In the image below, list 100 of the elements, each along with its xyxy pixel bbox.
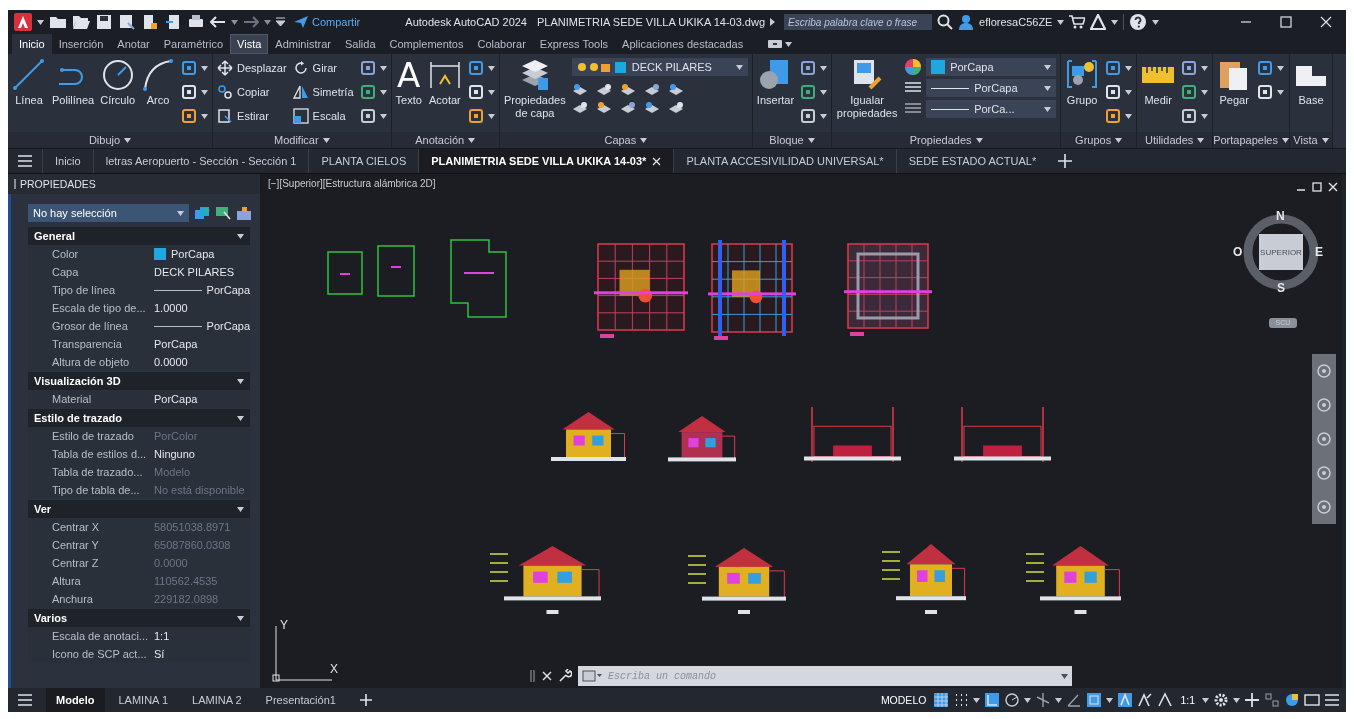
redo-icon[interactable] xyxy=(243,16,259,28)
search-field[interactable]: Escriba palabra clave o frase xyxy=(784,14,933,30)
selection-dropdown[interactable]: No hay selección xyxy=(28,204,189,222)
panel-title[interactable]: Bloque xyxy=(752,132,832,148)
tool-button[interactable]: Estirar xyxy=(217,106,287,126)
property-dropdown[interactable]: PorCa... xyxy=(926,100,1057,118)
snap-icon[interactable] xyxy=(953,692,970,708)
clean-screen-icon[interactable] xyxy=(1304,692,1320,708)
ribbon-tab[interactable]: Administrar xyxy=(268,34,338,54)
cart-icon[interactable] xyxy=(1069,15,1086,29)
ribbon-tab[interactable]: Aplicaciones destacadas xyxy=(615,34,751,54)
ribbon-tab[interactable]: Inicio xyxy=(12,34,52,54)
tool-button[interactable]: Círculo xyxy=(100,58,136,107)
close-icon[interactable] xyxy=(1320,16,1332,28)
document-tab[interactable]: SEDE ESTADO ACTUAL* xyxy=(895,149,1049,173)
tool-button[interactable] xyxy=(181,106,209,126)
osnap-icon[interactable] xyxy=(1086,692,1103,708)
panel-title[interactable]: Utilidades xyxy=(1137,132,1213,148)
layout-tab[interactable]: LAMINA 1 xyxy=(108,688,179,712)
section-header[interactable]: Ver xyxy=(28,500,250,518)
open-folder-icon[interactable] xyxy=(72,13,90,31)
layer-tool-icon[interactable] xyxy=(619,100,636,114)
ribbon-tab[interactable]: Salida xyxy=(337,34,383,54)
layer-tool-icon[interactable] xyxy=(619,82,636,96)
compass-direction[interactable]: E xyxy=(1315,246,1323,258)
section-header[interactable]: General xyxy=(28,227,250,245)
grid-icon[interactable] xyxy=(933,692,950,708)
new-layout-icon[interactable] xyxy=(359,694,372,706)
save-icon[interactable] xyxy=(95,13,113,31)
tool-button[interactable]: Desplazar xyxy=(217,58,287,78)
tool-button[interactable]: Base xyxy=(1293,58,1328,107)
document-tab[interactable]: PLANIMETRIA SEDE VILLA UKIKA 14-03* xyxy=(418,149,674,173)
linetype-icon[interactable] xyxy=(904,102,923,116)
tool-button[interactable] xyxy=(1257,58,1285,78)
user-menu[interactable]: efloresaC56ZE xyxy=(958,14,1065,30)
layer-tool-icon[interactable] xyxy=(667,82,684,96)
tool-button[interactable]: Acotar xyxy=(427,58,462,107)
tool-button[interactable] xyxy=(467,106,495,126)
tool-button[interactable] xyxy=(1181,82,1209,102)
layer-tool-icon[interactable] xyxy=(571,82,588,96)
layout-tab[interactable]: Presentación1 xyxy=(255,688,346,712)
tool-button[interactable] xyxy=(1105,82,1133,102)
layer-dropdown[interactable]: DECK PILARES xyxy=(571,58,748,76)
polar-icon[interactable] xyxy=(1004,692,1021,708)
angle-icon[interactable] xyxy=(1066,692,1083,708)
document-tab[interactable]: letras Aeropuerto - Sección - Sección 1 xyxy=(92,149,309,173)
restore-icon[interactable] xyxy=(1312,182,1322,192)
isolate-objects-icon[interactable] xyxy=(1284,692,1300,708)
layer-tool-icon[interactable] xyxy=(667,100,684,114)
panel-title[interactable]: Modificar xyxy=(213,132,391,148)
tool-button[interactable] xyxy=(467,58,495,78)
tool-button[interactable]: Escala xyxy=(292,106,354,126)
document-tab[interactable]: Inicio xyxy=(42,149,93,173)
autocad-logo-icon[interactable] xyxy=(14,13,32,31)
tool-button[interactable] xyxy=(1105,58,1133,78)
wrench-icon[interactable] xyxy=(558,669,572,683)
layer-tool-icon[interactable] xyxy=(643,82,660,96)
layer-tool-icon[interactable] xyxy=(643,100,660,114)
customize-icon[interactable] xyxy=(276,17,285,27)
view-cube[interactable]: SUPERIOR xyxy=(1259,234,1303,270)
tool-button[interactable]: Insertar xyxy=(756,58,795,107)
select-objects-icon[interactable] xyxy=(215,206,231,220)
annotation-scale-icon[interactable] xyxy=(1157,692,1174,708)
panel-title[interactable]: Capas xyxy=(499,132,752,148)
panel-title[interactable]: Portapapeles xyxy=(1213,132,1289,148)
layout-tab[interactable]: Modelo xyxy=(46,688,105,712)
triangle-icon[interactable] xyxy=(1090,14,1107,30)
close-icon[interactable] xyxy=(542,671,552,681)
ribbon-tab[interactable]: Inserción xyxy=(51,34,111,54)
plus-icon[interactable] xyxy=(1244,692,1260,708)
tool-button[interactable]: A Texto xyxy=(395,58,422,107)
gear-icon[interactable] xyxy=(1213,692,1229,708)
quick-select-icon[interactable] xyxy=(194,206,210,220)
save-as-icon[interactable] xyxy=(118,13,136,31)
menu-icon[interactable] xyxy=(18,694,32,706)
tool-button[interactable] xyxy=(1181,106,1209,126)
compass-direction[interactable]: S xyxy=(1277,282,1285,294)
expand-arrow-icon[interactable] xyxy=(770,18,776,26)
compass-ring-icon[interactable] xyxy=(1241,212,1321,292)
tool-button[interactable] xyxy=(800,58,828,78)
layer-tool-icon[interactable] xyxy=(595,82,612,96)
maximize-icon[interactable] xyxy=(1280,16,1292,28)
section-header[interactable]: Estilo de trazado xyxy=(28,409,250,427)
close-icon[interactable] xyxy=(1328,182,1338,192)
new-tab-icon[interactable] xyxy=(1058,154,1073,168)
property-dropdown[interactable]: PorCapa xyxy=(926,79,1057,97)
model-space-button[interactable]: MODELO xyxy=(877,694,930,706)
panel-title[interactable]: Grupos xyxy=(1061,132,1137,148)
pickadd-icon[interactable] xyxy=(236,206,252,220)
undo-icon[interactable] xyxy=(210,16,226,28)
ribbon-tab[interactable]: Anotar xyxy=(110,34,157,54)
ribbon-tab[interactable]: Colaborar xyxy=(470,34,533,54)
command-input[interactable]: Escriba un comando xyxy=(606,669,1057,683)
import-icon[interactable] xyxy=(141,13,159,31)
ribbon-tab[interactable]: Vista xyxy=(230,34,269,54)
tool-button[interactable] xyxy=(1181,58,1209,78)
layout-tab[interactable]: LAMINA 2 xyxy=(182,688,252,712)
lineweight-icon[interactable] xyxy=(904,81,923,95)
tool-button[interactable]: Arco xyxy=(141,58,176,107)
command-history-icon[interactable] xyxy=(582,670,602,682)
